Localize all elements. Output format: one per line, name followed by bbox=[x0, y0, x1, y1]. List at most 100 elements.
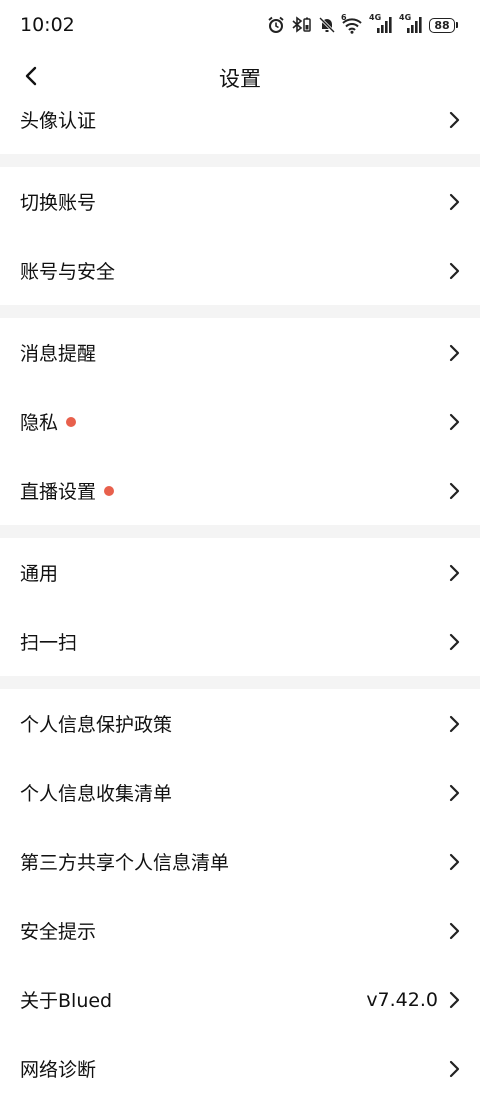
settings-row[interactable]: 切换账号 bbox=[0, 167, 480, 236]
settings-row-trailing bbox=[448, 1060, 460, 1078]
settings-row[interactable]: 通用 bbox=[0, 538, 480, 607]
status-time: 10:02 bbox=[20, 14, 75, 36]
settings-row-label-wrap: 切换账号 bbox=[20, 188, 96, 215]
chevron-right-icon-wrap bbox=[448, 1060, 460, 1078]
cellular-signal-2: 4G bbox=[399, 13, 423, 34]
signal-bars-icon bbox=[407, 17, 422, 33]
section-divider bbox=[0, 154, 480, 167]
chevron-right-icon bbox=[449, 1060, 460, 1077]
chevron-right-icon-wrap bbox=[448, 633, 460, 651]
settings-row-label: 切换账号 bbox=[20, 192, 97, 214]
version-value: v7.42.0 bbox=[366, 988, 438, 1011]
settings-row[interactable]: 直播设置 bbox=[0, 456, 480, 525]
settings-row-label-wrap: 消息提醒 bbox=[20, 339, 96, 366]
settings-row-trailing bbox=[448, 784, 460, 802]
settings-row-label: 账号与安全 bbox=[20, 261, 116, 283]
chevron-right-icon-wrap bbox=[448, 262, 460, 280]
chevron-right-icon bbox=[449, 193, 460, 210]
settings-row-trailing bbox=[448, 262, 460, 280]
settings-row-label: 个人信息保护政策 bbox=[20, 714, 173, 736]
settings-row[interactable]: 消息提醒 bbox=[0, 318, 480, 387]
settings-row-label: 关于Blued bbox=[20, 990, 113, 1012]
alarm-icon bbox=[268, 16, 284, 33]
settings-row-label-wrap: 头像认证 bbox=[20, 106, 96, 133]
wifi-icon bbox=[342, 18, 362, 34]
chevron-right-icon-wrap bbox=[448, 344, 460, 362]
settings-row-label: 头像认证 bbox=[20, 110, 97, 132]
chevron-right-icon-wrap bbox=[448, 111, 460, 129]
chevron-right-icon bbox=[449, 633, 460, 650]
mute-bell-icon bbox=[319, 16, 335, 34]
battery-tip bbox=[456, 22, 458, 28]
chevron-right-icon bbox=[449, 482, 460, 499]
settings-row-label: 隐私 bbox=[20, 412, 59, 434]
settings-row-label: 消息提醒 bbox=[20, 343, 97, 365]
chevron-right-icon-wrap bbox=[448, 853, 460, 871]
chevron-right-icon-wrap bbox=[448, 715, 460, 733]
settings-row[interactable]: 个人信息收集清单 bbox=[0, 758, 480, 827]
settings-row[interactable]: 安全提示 bbox=[0, 896, 480, 965]
settings-row-trailing bbox=[448, 413, 460, 431]
settings-row-label-wrap: 安全提示 bbox=[20, 917, 96, 944]
settings-row-label: 扫一扫 bbox=[20, 632, 78, 654]
settings-row[interactable]: 隐私 bbox=[0, 387, 480, 456]
settings-row-label: 直播设置 bbox=[20, 481, 97, 503]
settings-row-label-wrap: 个人信息收集清单 bbox=[20, 779, 172, 806]
settings-row-label-wrap: 直播设置 bbox=[20, 477, 115, 504]
settings-row-trailing bbox=[448, 482, 460, 500]
chevron-right-icon bbox=[449, 564, 460, 581]
settings-row-label-wrap: 隐私 bbox=[20, 408, 77, 435]
settings-row-trailing bbox=[448, 922, 460, 940]
settings-row-trailing bbox=[448, 715, 460, 733]
settings-row[interactable]: 账号与安全 bbox=[0, 236, 480, 305]
settings-row[interactable]: 扫一扫 bbox=[0, 607, 480, 676]
battery-indicator: 88 bbox=[429, 17, 458, 33]
settings-row-label: 网络诊断 bbox=[20, 1059, 97, 1081]
notification-dot bbox=[104, 485, 115, 496]
signal-bars-icon bbox=[377, 17, 392, 33]
chevron-right-icon-wrap bbox=[448, 784, 460, 802]
chevron-right-icon bbox=[449, 715, 460, 732]
section-divider bbox=[0, 305, 480, 318]
settings-row-label-wrap: 个人信息保护政策 bbox=[20, 710, 172, 737]
status-icons: 6 4G 4G 88 bbox=[267, 13, 458, 34]
settings-row-trailing bbox=[448, 853, 460, 871]
section-divider bbox=[0, 525, 480, 538]
chevron-right-icon-wrap bbox=[448, 193, 460, 211]
chevron-right-icon bbox=[449, 991, 460, 1008]
settings-row-label-wrap: 第三方共享个人信息清单 bbox=[20, 848, 229, 875]
wifi-indicator: 6 bbox=[341, 13, 363, 34]
chevron-right-icon bbox=[449, 262, 460, 279]
settings-row-trailing: v7.42.0 bbox=[366, 989, 460, 1011]
notification-dot bbox=[66, 416, 77, 427]
chevron-right-icon bbox=[449, 111, 460, 128]
chevron-right-icon-wrap bbox=[448, 564, 460, 582]
status-bar: 10:02 6 4G 4G 88 bbox=[0, 0, 480, 50]
chevron-right-icon-wrap bbox=[448, 413, 460, 431]
chevron-right-icon bbox=[449, 413, 460, 430]
chevron-right-icon bbox=[449, 784, 460, 801]
settings-row-label-wrap: 扫一扫 bbox=[20, 628, 77, 655]
settings-row[interactable]: 个人信息保护政策 bbox=[0, 689, 480, 758]
settings-row[interactable]: 网络诊断 bbox=[0, 1034, 480, 1103]
settings-row-label-wrap: 网络诊断 bbox=[20, 1055, 96, 1082]
settings-row-label: 通用 bbox=[20, 563, 59, 585]
settings-row-trailing bbox=[448, 111, 460, 129]
settings-row-trailing bbox=[448, 633, 460, 651]
settings-row-label-wrap: 关于Blued bbox=[20, 986, 112, 1013]
chevron-right-icon-wrap bbox=[448, 991, 460, 1009]
settings-row[interactable]: 头像认证 bbox=[0, 85, 480, 154]
chevron-right-icon-wrap bbox=[448, 482, 460, 500]
settings-row-label: 第三方共享个人信息清单 bbox=[20, 852, 230, 874]
settings-row[interactable]: 关于Blued v7.42.0 bbox=[0, 965, 480, 1034]
settings-row[interactable]: 第三方共享个人信息清单 bbox=[0, 827, 480, 896]
settings-row-label: 安全提示 bbox=[20, 921, 97, 943]
chevron-right-icon bbox=[449, 344, 460, 361]
settings-row-trailing bbox=[448, 193, 460, 211]
settings-row-trailing bbox=[448, 344, 460, 362]
chevron-right-icon bbox=[449, 922, 460, 939]
settings-row-label-wrap: 账号与安全 bbox=[20, 257, 115, 284]
battery-level: 88 bbox=[429, 17, 455, 33]
settings-row-label: 个人信息收集清单 bbox=[20, 783, 173, 805]
section-divider bbox=[0, 676, 480, 689]
